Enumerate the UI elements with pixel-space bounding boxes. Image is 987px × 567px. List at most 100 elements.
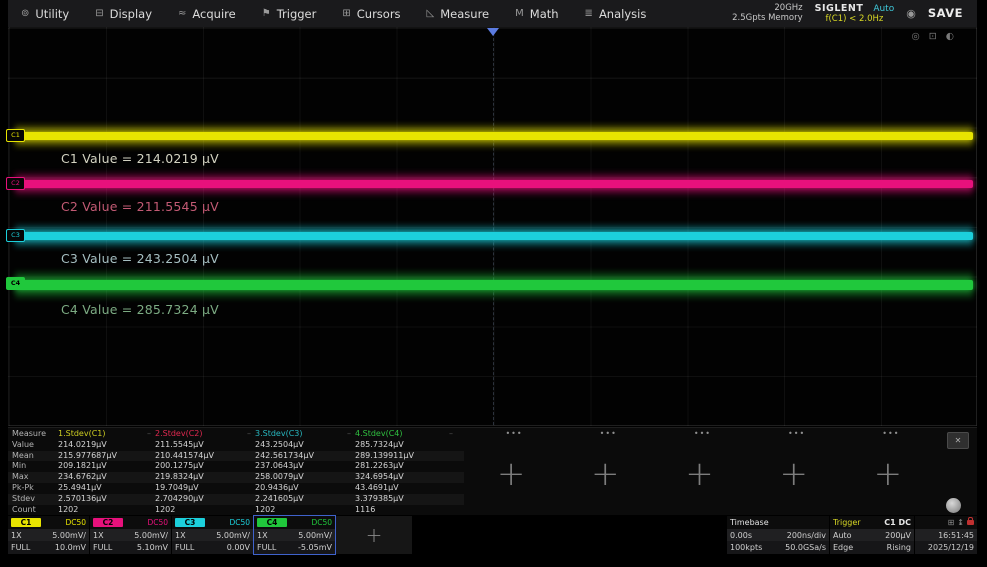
c3-tag: C3 [175,518,205,527]
c1-bandwidth: FULL [11,543,30,552]
c4-count: 1116 [355,505,464,516]
slot-more-icon[interactable]: ••• [600,429,617,438]
c4-value-label: C4 Value = 285.7324 μV [61,302,219,317]
timebase-title: Timebase [730,518,769,527]
slot-more-icon[interactable]: ••• [505,429,522,438]
timebase-panel[interactable]: Timebase 0.00s 200ns/div 100kpts 50.0GSa… [727,516,829,554]
save-button[interactable]: SAVE [928,6,963,20]
row-label-pkpk: Pk-Pk [8,483,58,494]
screenshot-icon[interactable]: ◉ [906,7,916,20]
c2-stdev: 2.704290μV [155,494,255,505]
c2-value: 211.5545μV [155,440,255,451]
add-measurement-icon[interactable]: + [685,454,714,494]
slot-more-icon[interactable]: ••• [788,429,805,438]
c1-value-label: C1 Value = 214.0219 μV [61,151,219,166]
measure-col4-header[interactable]: 4.Stdev(C4) [355,429,464,440]
trace-c1-core [15,132,973,140]
c4-scale: 5.00mV/ [298,531,332,540]
add-measurement-icon[interactable]: + [497,454,526,494]
c3-count: 1202 [255,505,355,516]
c3-min: 237.0643μV [255,461,355,472]
c1-scale: 5.00mV/ [52,531,86,540]
c3-position-marker[interactable]: C3 [6,229,25,242]
measure-col3-header[interactable]: 3.Stdev(C3) [255,429,355,440]
c3-value: 243.2504μV [255,440,355,451]
menu-measure[interactable]: ◺ Measure [414,0,503,27]
measure-panel: Measure 1.Stdev(C1) 2.Stdev(C2) 3.Stdev(… [8,427,977,515]
measure-slot-9[interactable]: ••• + [841,428,935,515]
c2-coupling: DC50 [147,518,168,527]
floating-control-knob[interactable] [946,498,961,513]
c1-position-marker[interactable]: C1 [6,129,25,142]
c4-offset: -5.05mV [298,543,332,552]
utility-icon: ⊚ [21,8,29,19]
measure-close-button[interactable]: ✕ [947,432,969,449]
c1-mean: 215.977687μV [58,451,155,462]
trace-c2 [15,177,973,191]
measure-col2-header[interactable]: 2.Stdev(C2) [155,429,255,440]
menu-cursors[interactable]: ⊞ Cursors [329,0,413,27]
measure-slot-8[interactable]: ••• + [747,428,841,515]
add-channel-button[interactable]: + [336,516,412,554]
menu-trigger[interactable]: ⚑ Trigger [249,0,330,27]
measure-header-row: Measure 1.Stdev(C1) 2.Stdev(C2) 3.Stdev(… [8,429,464,440]
slot-more-icon[interactable]: ••• [694,429,711,438]
menu-math[interactable]: M Math [502,0,571,27]
trace-c4-core [15,280,973,290]
measure-slot-5[interactable]: ••• + [464,428,558,515]
measure-count-row: Count 1202 1202 1202 1116 [8,505,464,516]
c2-offset: 5.10mV [137,543,168,552]
spacer [413,516,726,554]
channel-descriptor-c4[interactable]: C4 DC50 1X 5.00mV/ FULL -5.05mV [254,516,335,554]
channel-descriptor-c2[interactable]: C2 DC50 1X 5.00mV/ FULL 5.10mV [90,516,171,554]
acquire-icon: ≈ [178,8,186,19]
c4-mean: 289.139911μV [355,451,464,462]
touch-icon: ⊞ [948,518,955,527]
camera-icon[interactable]: ◎ [911,31,919,42]
fullscreen-icon[interactable]: ⊡ [929,31,937,42]
c2-count: 1202 [155,505,255,516]
menu-analysis[interactable]: ≣ Analysis [572,0,660,27]
measure-value-row: Value 214.0219μV 211.5545μV 243.2504μV 2… [8,440,464,451]
add-measurement-icon[interactable]: + [779,454,808,494]
menu-display[interactable]: ⊟ Display [82,0,165,27]
menu-utility-label: Utility [35,7,69,21]
lock-icon [967,520,974,525]
trigger-panel[interactable]: Trigger C1 DC Auto 200μV Edge Rising [830,516,914,554]
add-measurement-icon[interactable]: + [874,454,903,494]
trace-c2-core [15,180,973,188]
trace-c4 [15,276,973,294]
trigger-flag-icon: ⚑ [262,8,271,19]
c2-min: 200.1275μV [155,461,255,472]
c2-scale: 5.00mV/ [134,531,168,540]
c1-offset: 10.0mV [55,543,86,552]
measure-mean-row: Mean 215.977687μV 210.441574μV 242.56173… [8,451,464,462]
timebase-scale: 200ns/div [787,531,826,540]
c4-probe: 1X [257,531,268,540]
row-label-max: Max [8,472,58,483]
trace-c3 [15,229,973,243]
channel-descriptor-c1[interactable]: C1 DC50 1X 5.00mV/ FULL 10.0mV [8,516,89,554]
acquisition-status[interactable]: 20GHz 2.5Gpts Memory [732,3,803,23]
c4-position-marker[interactable]: C4 [6,277,25,290]
channel-descriptor-c3[interactable]: C3 DC50 1X 5.00mV/ FULL 0.00V [172,516,253,554]
c1-tag: C1 [11,518,41,527]
trigger-position-marker[interactable] [487,28,499,36]
c4-tag: C4 [257,518,287,527]
menu-utility[interactable]: ⊚ Utility [8,0,82,27]
measure-slot-7[interactable]: ••• + [652,428,746,515]
menu-acquire[interactable]: ≈ Acquire [165,0,249,27]
display-dim-icon[interactable]: ◐ [946,31,954,42]
brand-logo: SIGLENT [815,3,864,14]
brand-block: SIGLENT Auto f(C1) < 2.0Hz [815,3,895,25]
grid-corner-toolbar: ◎ ⊡ ◐ [911,31,954,42]
c3-probe: 1X [175,531,186,540]
row-label-value: Value [8,440,58,451]
measure-slot-6[interactable]: ••• + [558,428,652,515]
c2-position-marker[interactable]: C2 [6,177,25,190]
slot-more-icon[interactable]: ••• [882,429,899,438]
oscilloscope-screen: ⊚ Utility ⊟ Display ≈ Acquire ⚑ Trigger … [0,0,987,567]
math-icon: M [515,8,524,19]
add-measurement-icon[interactable]: + [591,454,620,494]
measure-col1-header[interactable]: 1.Stdev(C1) [58,429,155,440]
